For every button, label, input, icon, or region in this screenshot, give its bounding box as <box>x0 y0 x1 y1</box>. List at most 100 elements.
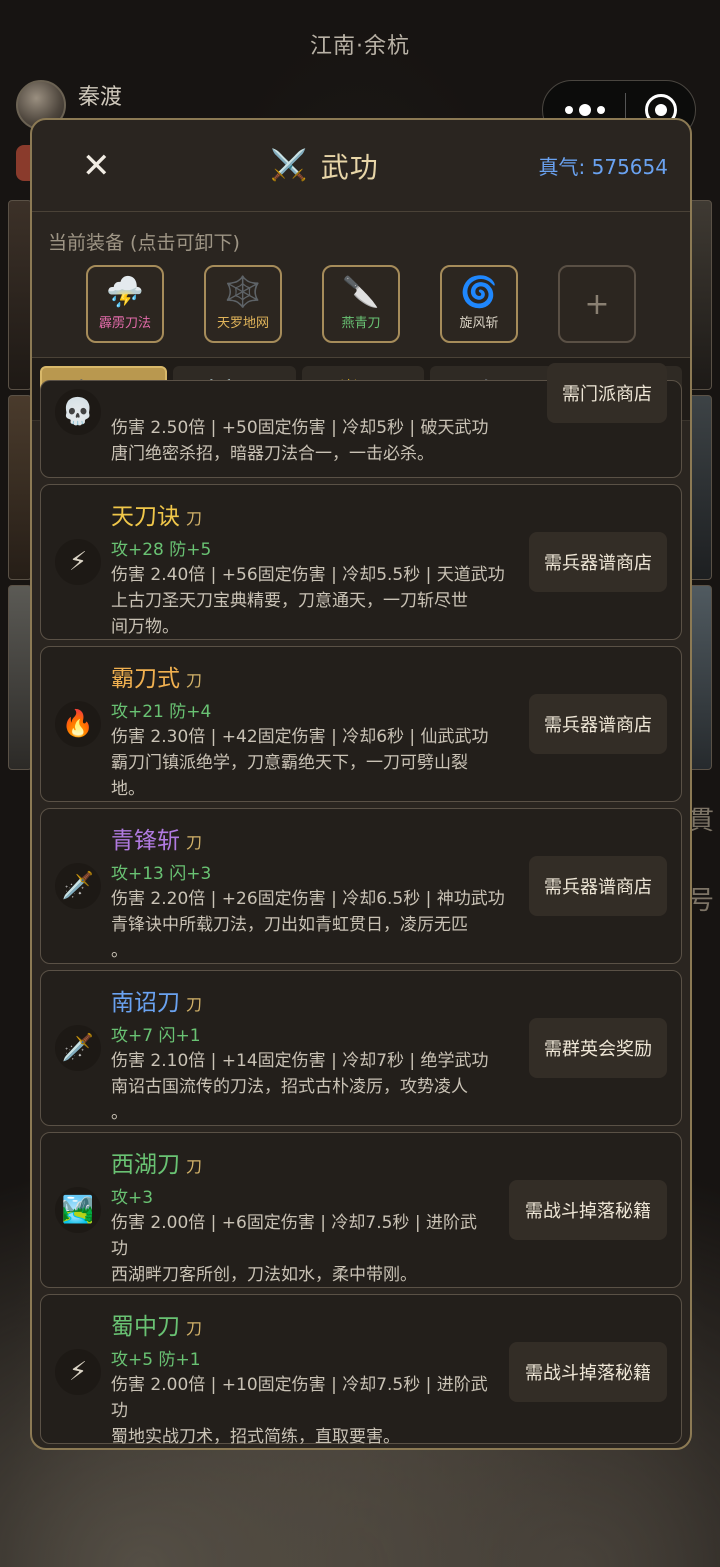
modal-title-text: 武功 <box>320 150 379 184</box>
skull-icon: 💀 <box>55 389 101 435</box>
shop-button[interactable]: 需兵器谱商店 <box>529 694 667 754</box>
lightning-icon: ⚡ <box>55 1349 101 1395</box>
skill-card[interactable]: ⚡ 蜀中刀 刀 攻+5 防+1 伤害 2.00倍 | +10固定伤害 | 冷却7… <box>40 1294 682 1447</box>
add-equip-slot[interactable]: + <box>558 265 636 343</box>
skill-desc-line: 伤害 2.20倍 | +26固定伤害 | 冷却6.5秒 | 神功武功 <box>111 889 505 909</box>
skill-body: 伤害 2.50倍 | +50固定伤害 | 冷却5秒 | 破天武功 唐门绝密杀招，… <box>111 413 489 467</box>
shop-button[interactable]: 需群英会奖励 <box>529 1018 667 1078</box>
equipped-slots: ⛈️ 霹雳刀法 🕸️ 天罗地网 🔪 燕青刀 🌀 旋风斩 + <box>48 265 674 343</box>
shop-button[interactable]: 需兵器谱商店 <box>529 532 667 592</box>
skill-desc-line: 蜀地实战刀术，招式简练，直取要害。 <box>111 1427 400 1447</box>
skill-name-row: 霸刀式 刀 <box>111 659 489 693</box>
skill-body: 蜀中刀 刀 攻+5 防+1 伤害 2.00倍 | +10固定伤害 | 冷却7.5… <box>111 1307 488 1448</box>
skill-type: 刀 <box>186 833 203 852</box>
crossed-swords-icon: ⚔️ <box>270 148 309 183</box>
skill-body: 南诏刀 刀 攻+7 闪+1 伤害 2.10倍 | +14固定伤害 | 冷却7秒 … <box>111 983 489 1126</box>
skill-desc-line: 霸刀门镇派绝学，刀意霸绝天下，一刀可劈山裂 <box>111 753 468 773</box>
shop-button[interactable]: 需门派商店 <box>547 363 667 423</box>
lightning-icon: ⚡ <box>55 539 101 585</box>
equip-slot-2[interactable]: 🕸️ 天罗地网 <box>204 265 282 343</box>
skill-desc-line: 西湖畔刀客所创，刀法如水，柔中带刚。 <box>111 1265 417 1285</box>
skill-body: 霸刀式 刀 攻+21 防+4 伤害 2.30倍 | +42固定伤害 | 冷却6秒… <box>111 659 489 802</box>
skill-desc-line: 唐门绝密杀招，暗器刀法合一，一击必杀。 <box>111 444 434 464</box>
skill-desc-line: 伤害 2.50倍 | +50固定伤害 | 冷却5秒 | 破天武功 <box>111 418 489 438</box>
skill-type: 刀 <box>186 1157 203 1176</box>
skill-stats: 攻+13 闪+3 <box>111 864 212 884</box>
skill-name-row: 南诏刀 刀 <box>111 983 489 1017</box>
skill-name-row: 青锋斩 刀 <box>111 821 505 855</box>
skill-desc-line: 伤害 2.40倍 | +56固定伤害 | 冷却5.5秒 | 天道武功 <box>111 565 505 585</box>
skill-name: 南诏刀 <box>111 990 180 1016</box>
player-name: 秦渡 <box>78 85 123 110</box>
whirlwind-icon: 🌀 <box>460 274 498 310</box>
shop-button[interactable]: 需战斗掉落秘籍 <box>509 1180 667 1240</box>
skill-desc-line: 功 <box>111 1401 128 1421</box>
thunderstorm-icon: ⛈️ <box>106 274 144 310</box>
skill-card[interactable]: 🏞️ 西湖刀 刀 攻+3 伤害 2.00倍 | +6固定伤害 | 冷却7.5秒 … <box>40 1132 682 1288</box>
close-button[interactable]: ✕ <box>82 149 111 183</box>
left-panel-1[interactable] <box>8 200 32 390</box>
skill-name-row: 天刀诀 刀 <box>111 497 505 531</box>
spider-web-icon: 🕸️ <box>224 274 262 310</box>
equip-slot-4[interactable]: 🌀 旋风斩 <box>440 265 518 343</box>
skill-desc-line: 间万物。 <box>111 617 179 637</box>
equip-slot-name: 霹雳刀法 <box>98 315 151 331</box>
skill-type: 刀 <box>186 1319 203 1338</box>
skill-card[interactable]: ⚡ 天刀诀 刀 攻+28 防+5 伤害 2.40倍 | +56固定伤害 | 冷却… <box>40 484 682 640</box>
skill-body: 西湖刀 刀 攻+3 伤害 2.00倍 | +6固定伤害 | 冷却7.5秒 | 进… <box>111 1145 477 1288</box>
skill-type: 刀 <box>186 995 203 1014</box>
skill-card[interactable]: 💀 伤害 2.50倍 | +50固定伤害 | 冷却5秒 | 破天武功 唐门绝密杀… <box>40 363 682 478</box>
location-title: 江南·余杭 <box>310 34 410 59</box>
skill-name-row: 蜀中刀 刀 <box>111 1307 488 1341</box>
equipped-section: 当前装备 (点击可卸下) ⛈️ 霹雳刀法 🕸️ 天罗地网 🔪 燕青刀 🌀 旋风斩… <box>32 212 690 358</box>
skill-card[interactable]: 🗡️ 南诏刀 刀 攻+7 闪+1 伤害 2.10倍 | +14固定伤害 | 冷却… <box>40 970 682 1126</box>
skill-name: 霸刀式 <box>111 666 180 692</box>
skill-card[interactable]: 🔥 霸刀式 刀 攻+21 防+4 伤害 2.30倍 | +42固定伤害 | 冷却… <box>40 646 682 802</box>
equip-slot-name: 燕青刀 <box>341 315 381 331</box>
skill-desc-line: 南诏古国流传的刀法，招式古朴凌厉，攻势凌人 <box>111 1077 468 1097</box>
skill-desc-line: 伤害 2.00倍 | +6固定伤害 | 冷却7.5秒 | 进阶武 <box>111 1213 477 1233</box>
skill-type: 刀 <box>186 509 203 528</box>
skill-desc-line: 青锋诀中所载刀法，刀出如青虹贯日，凌厉无匹 <box>111 915 468 935</box>
dagger-icon: 🗡️ <box>55 1025 101 1071</box>
equip-slot-name: 旋风斩 <box>459 315 499 331</box>
skill-name: 西湖刀 <box>111 1152 180 1178</box>
skill-desc-line: 。 <box>111 1103 128 1123</box>
modal-header: ✕ ⚔️ 武功 真气: 575654 <box>32 120 690 212</box>
qi-counter: 真气: 575654 <box>538 155 668 179</box>
knife-icon: 🔪 <box>342 274 380 310</box>
skill-desc-line: 上古刀圣天刀宝典精要，刀意通天，一刀斩尽世 <box>111 591 468 611</box>
skill-list[interactable]: 💀 伤害 2.50倍 | +50固定伤害 | 冷却5秒 | 破天武功 唐门绝密杀… <box>40 363 682 1448</box>
skill-stats: 攻+7 闪+1 <box>111 1026 201 1046</box>
skill-stats: 攻+21 防+4 <box>111 702 212 722</box>
dagger-icon: 🗡️ <box>55 863 101 909</box>
skill-desc-line: 功 <box>111 1239 128 1259</box>
skill-type: 刀 <box>186 671 203 690</box>
skill-name-row: 西湖刀 刀 <box>111 1145 477 1179</box>
skill-name: 蜀中刀 <box>111 1314 180 1340</box>
modal-title: ⚔️ 武功 <box>270 146 378 186</box>
plus-icon: + <box>584 286 610 322</box>
skill-stats: 攻+28 防+5 <box>111 540 212 560</box>
martial-arts-modal: ✕ ⚔️ 武功 真气: 575654 当前装备 (点击可卸下) ⛈️ 霹雳刀法 … <box>30 118 692 1450</box>
equip-slot-1[interactable]: ⛈️ 霹雳刀法 <box>86 265 164 343</box>
skill-card[interactable]: 🗡️ 青锋斩 刀 攻+13 闪+3 伤害 2.20倍 | +26固定伤害 | 冷… <box>40 808 682 964</box>
equip-slot-name: 天罗地网 <box>216 315 269 331</box>
equipped-label: 当前装备 (点击可卸下) <box>48 232 240 254</box>
left-panel-2[interactable] <box>8 395 32 580</box>
skill-name: 天刀诀 <box>111 504 180 530</box>
shop-button[interactable]: 需兵器谱商店 <box>529 856 667 916</box>
skill-name: 青锋斩 <box>111 828 180 854</box>
skill-desc-line: 伤害 2.30倍 | +42固定伤害 | 冷却6秒 | 仙武武功 <box>111 727 489 747</box>
equip-slot-3[interactable]: 🔪 燕青刀 <box>322 265 400 343</box>
left-panel-3[interactable] <box>8 585 32 770</box>
shop-button[interactable]: 需战斗掉落秘籍 <box>509 1342 667 1402</box>
fire-icon: 🔥 <box>55 701 101 747</box>
skill-desc-line: 伤害 2.00倍 | +10固定伤害 | 冷却7.5秒 | 进阶武 <box>111 1375 488 1395</box>
skill-body: 青锋斩 刀 攻+13 闪+3 伤害 2.20倍 | +26固定伤害 | 冷却6.… <box>111 821 505 964</box>
skill-desc-line: 。 <box>111 941 128 961</box>
skill-stats: 攻+5 防+1 <box>111 1350 201 1370</box>
skill-body: 天刀诀 刀 攻+28 防+5 伤害 2.40倍 | +56固定伤害 | 冷却5.… <box>111 497 505 640</box>
landscape-icon: 🏞️ <box>55 1187 101 1233</box>
more-menu-icon[interactable] <box>565 104 605 116</box>
